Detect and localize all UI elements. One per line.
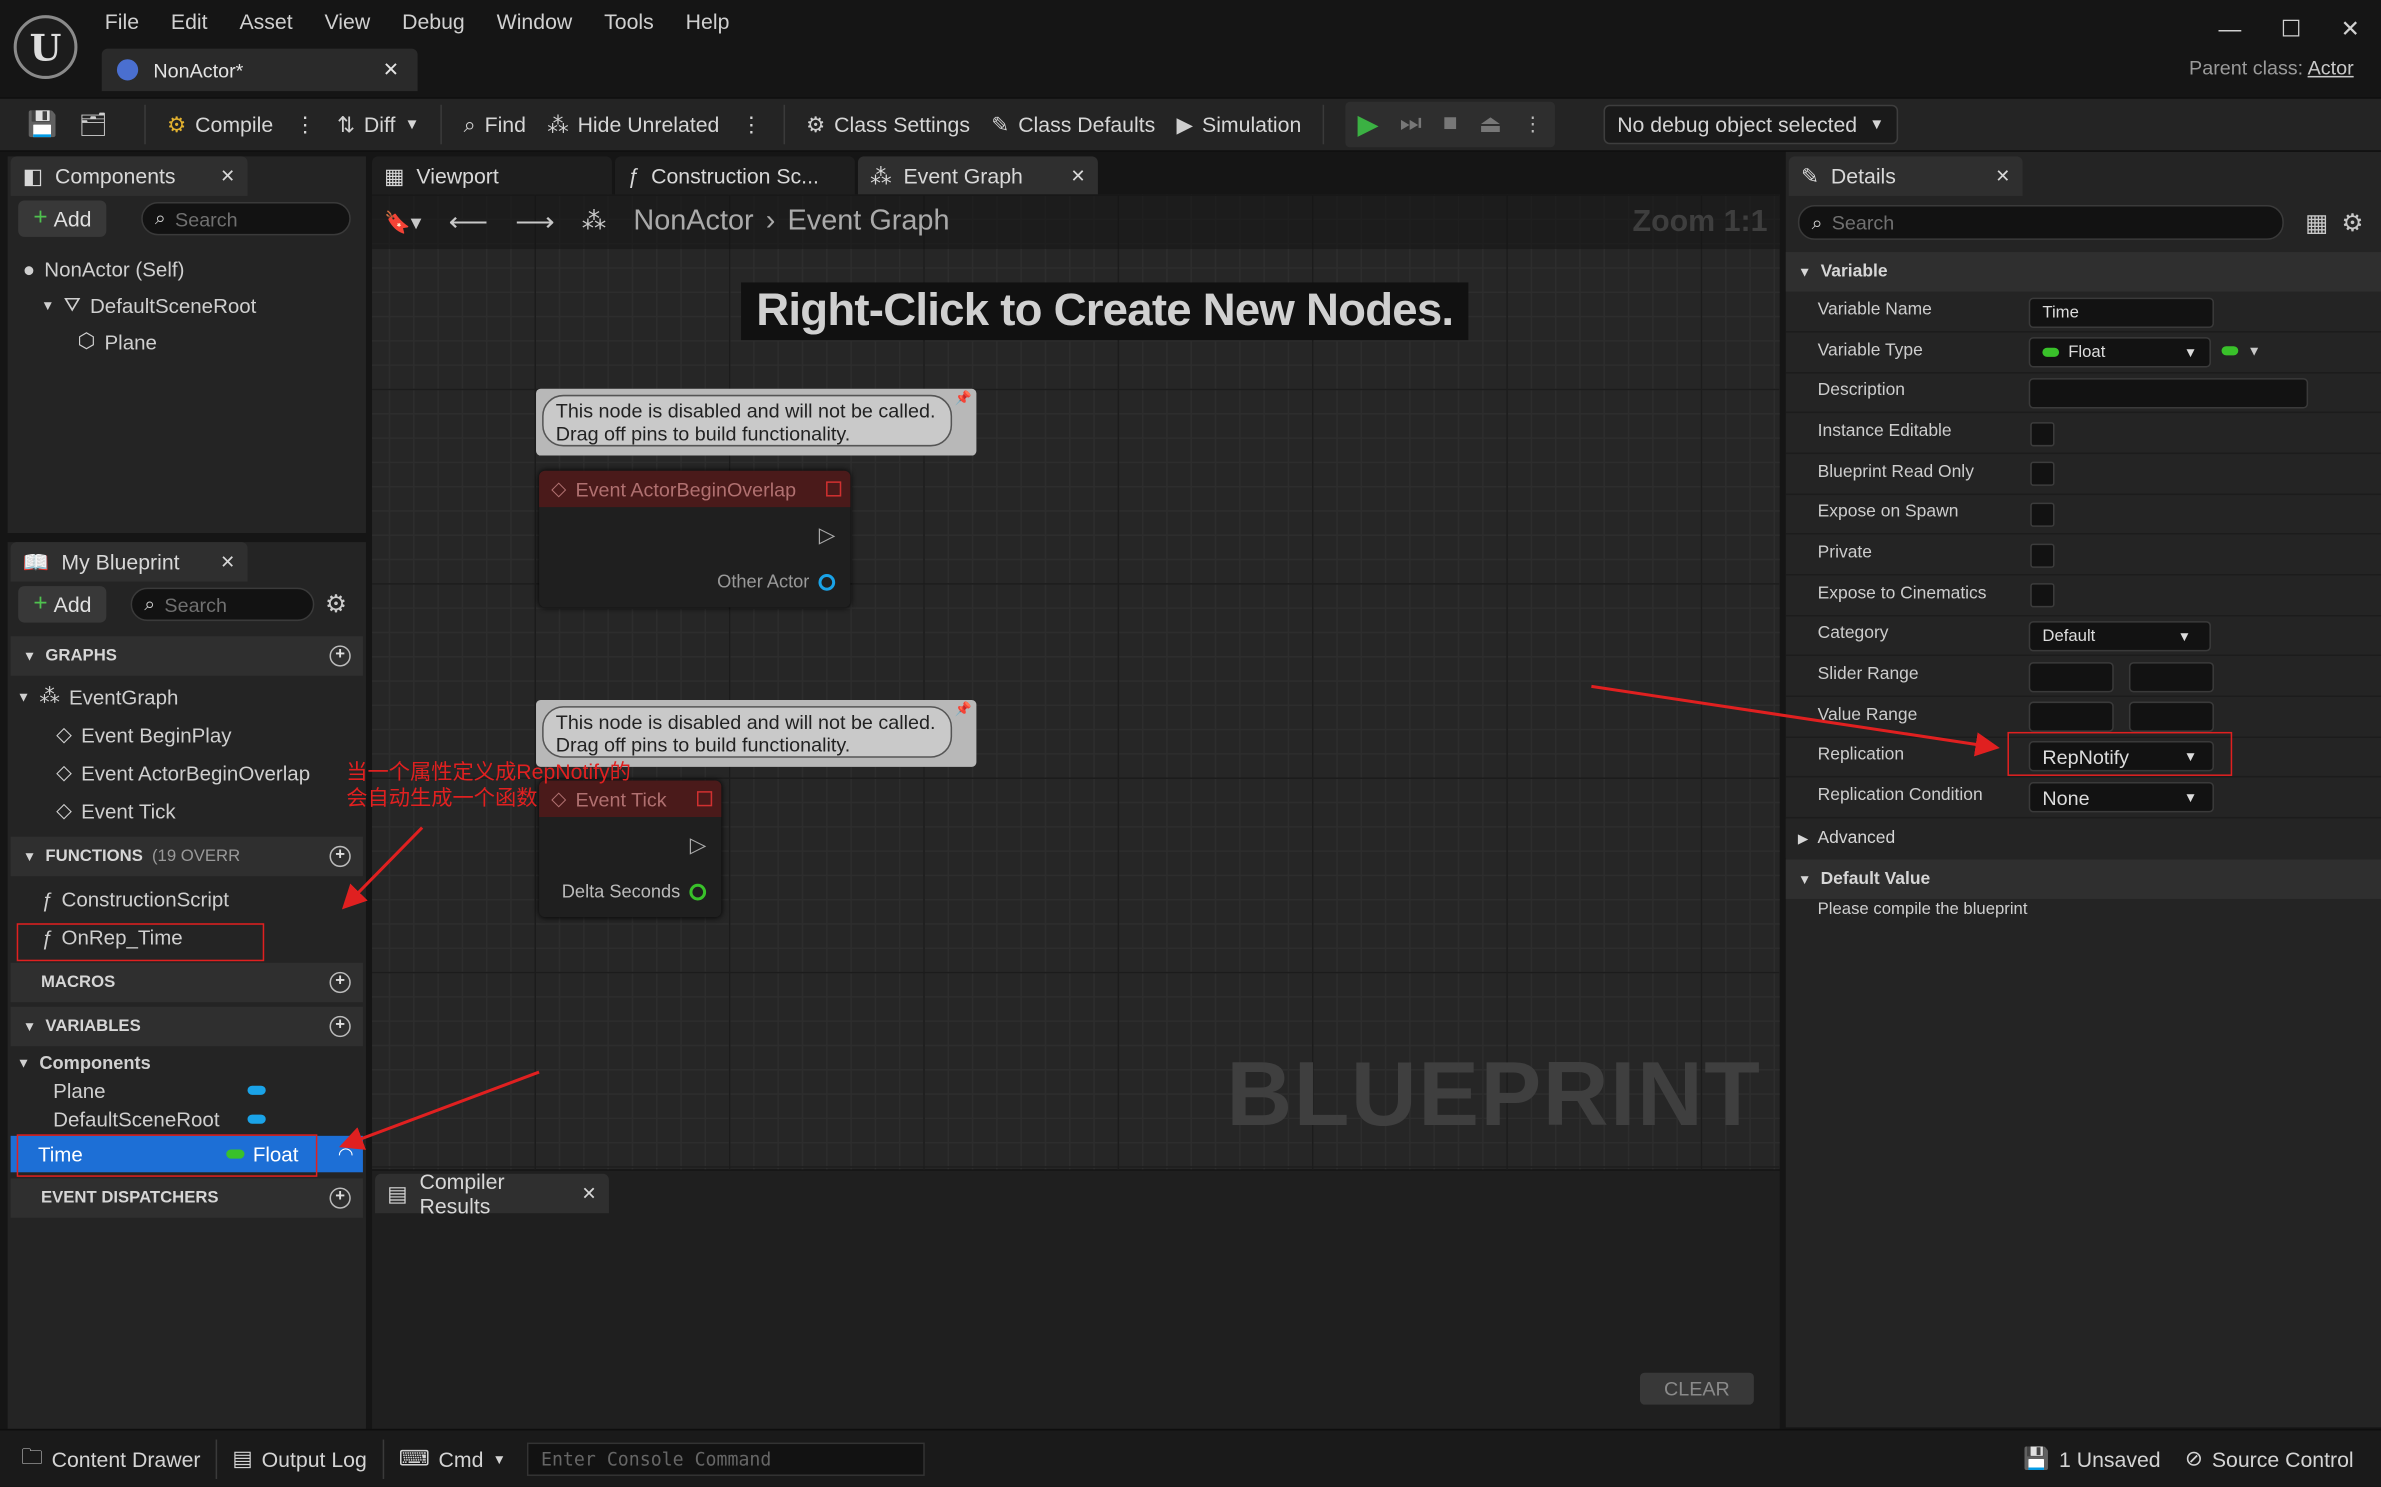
- annotation-arrow-to-replication: [1591, 684, 2000, 757]
- annotation-arrow-to-function: [341, 826, 424, 910]
- annotation-arrow-to-variable: [339, 1070, 540, 1150]
- annotation-arrows: [339, 684, 2000, 1150]
